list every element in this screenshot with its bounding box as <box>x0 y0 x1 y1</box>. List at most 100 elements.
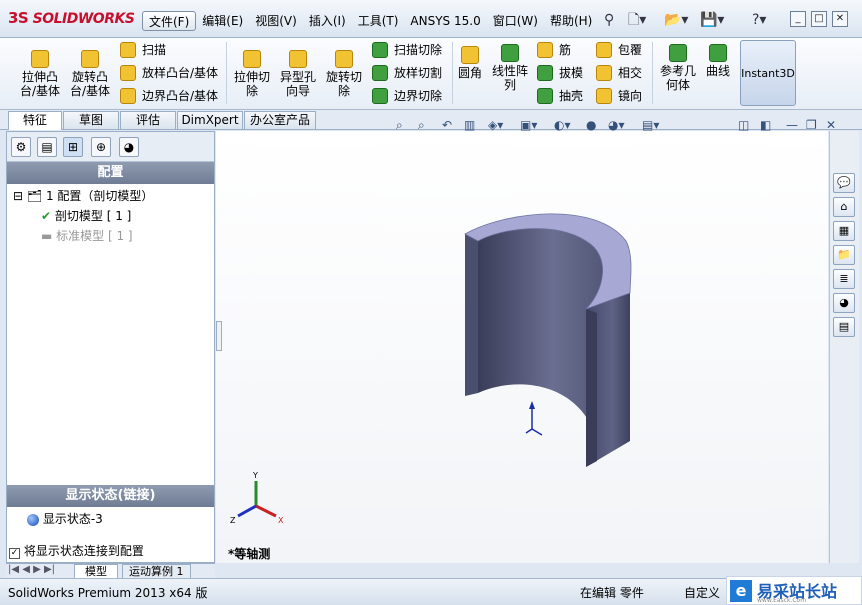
config-icon: 🗂 <box>26 189 43 203</box>
zoom-area-icon[interactable]: ⌕ <box>418 118 425 134</box>
wrap-button[interactable]: 包覆 <box>596 42 642 58</box>
tab-office-products[interactable]: 办公室产品 <box>244 111 316 129</box>
dimxpert-manager-icon[interactable]: ⊕ <box>91 137 111 157</box>
loft-button[interactable]: 放样凸台/基体 <box>120 65 218 81</box>
display-style-icon[interactable]: ◐▾ <box>554 118 571 134</box>
rib-button[interactable]: 筋 <box>537 42 571 58</box>
home-icon[interactable]: ⌂ <box>833 197 855 217</box>
configuration-manager-icon[interactable]: ⊞ <box>63 137 83 157</box>
mirror-button[interactable]: 镜向 <box>596 88 642 104</box>
fillet-icon <box>461 46 479 64</box>
instant3d-button[interactable]: Instant3D <box>740 40 796 106</box>
boundary-cut-button[interactable]: 边界切除 <box>372 88 442 104</box>
menu-tools[interactable]: 工具(T) <box>352 11 405 31</box>
appearances-icon[interactable]: ◕ <box>833 293 855 313</box>
menu-edit[interactable]: 编辑(E) <box>196 11 249 31</box>
config-root-item[interactable]: ⊟ 🗂 1 配置（剖切模型） <box>13 187 153 204</box>
menu-file[interactable]: 文件(F) <box>142 11 197 31</box>
vp-minimize-icon[interactable]: — <box>786 118 798 134</box>
previous-view-icon[interactable]: ↶ <box>442 118 452 134</box>
view-palette-icon[interactable]: ≣ <box>833 269 855 289</box>
watermark-icon: e <box>730 580 752 602</box>
display-manager-icon[interactable]: ◕ <box>119 137 139 157</box>
origin-z-axis <box>525 428 533 434</box>
boundary-boss-icon <box>120 88 136 104</box>
section-view-icon[interactable]: ▥ <box>464 118 475 134</box>
origin-x-axis <box>531 428 543 436</box>
boundary-boss-button[interactable]: 边界凸台/基体 <box>120 88 218 104</box>
property-manager-icon[interactable]: ▤ <box>37 137 57 157</box>
menu-ansys[interactable]: ANSYS 15.0 <box>404 11 486 31</box>
config-item-standard[interactable]: ▬ 标准模型 [ 1 ] <box>41 227 133 244</box>
link-display-state-checkbox[interactable]: ✓ 将显示状态连接到配置 <box>9 542 144 559</box>
curves-button[interactable]: 曲线 <box>706 44 730 78</box>
mirror-icon <box>596 88 612 104</box>
minimize-button[interactable]: _ <box>790 11 806 27</box>
boundary-cut-icon <box>372 88 388 104</box>
design-library-icon[interactable]: ▦ <box>833 221 855 241</box>
revolve-cut-button[interactable]: 旋转切 除 <box>326 50 362 98</box>
help-icon[interactable]: ?▾ <box>752 10 766 32</box>
appearance-icon[interactable]: ● <box>586 118 596 134</box>
checkmark-icon: ✔ <box>41 209 52 223</box>
tab-scroll-icon[interactable]: |◀ ◀ ▶ ▶| <box>8 564 55 575</box>
status-units[interactable]: 自定义 <box>684 584 720 601</box>
resources-icon[interactable]: 💬 <box>833 173 855 193</box>
vp-restore-icon[interactable]: ❐ <box>806 118 817 134</box>
linear-pattern-button[interactable]: 线性阵 列 <box>492 44 528 92</box>
watermark-logo: e 易采站长站 www.Easck.Com <box>726 576 862 605</box>
tab-motion-study[interactable]: 运动算例 1 <box>122 564 191 579</box>
extrude-cut-icon <box>243 50 261 68</box>
menu-help[interactable]: 帮助(H) <box>544 11 598 31</box>
extrude-cut-button[interactable]: 拉伸切 除 <box>234 50 270 98</box>
view-settings-icon[interactable]: ▤▾ <box>642 118 659 134</box>
restore-button[interactable]: □ <box>811 11 827 27</box>
dynamic-annotation-icon[interactable]: ◈▾ <box>488 118 503 134</box>
tab-features[interactable]: 特征 <box>8 111 62 130</box>
tab-evaluate[interactable]: 评估 <box>120 111 176 129</box>
sweep-icon <box>120 42 136 58</box>
split-view2-icon[interactable]: ◧ <box>760 118 771 134</box>
loft-icon <box>120 65 136 81</box>
scene-icon[interactable]: ◕▾ <box>608 118 625 134</box>
intersect-button[interactable]: 相交 <box>596 65 642 81</box>
loft-cut-button[interactable]: 放样切割 <box>372 65 442 81</box>
tab-sketch[interactable]: 草图 <box>63 111 119 129</box>
new-icon[interactable]: 🗋▾ <box>628 10 646 32</box>
view-orientation-icon[interactable]: ▣▾ <box>520 118 537 134</box>
menu-view[interactable]: 视图(V) <box>249 11 303 31</box>
sweep-cut-button[interactable]: 扫描切除 <box>372 42 442 58</box>
reference-geometry-button[interactable]: 参考几 何体 <box>660 44 696 92</box>
draft-button[interactable]: 拔模 <box>537 65 583 81</box>
file-explorer-icon[interactable]: 📁 <box>833 245 855 265</box>
graphics-area[interactable]: Y X Z *等轴测 <box>216 131 828 563</box>
extrude-boss-icon <box>31 50 50 68</box>
part-right-edge <box>586 309 597 467</box>
sweep-button[interactable]: 扫描 <box>120 42 166 58</box>
open-icon[interactable]: 📂▾ <box>664 10 688 32</box>
revolve-boss-icon <box>81 50 100 68</box>
shell-button[interactable]: 抽壳 <box>537 88 583 104</box>
display-state-item[interactable]: 显示状态-3 <box>27 510 103 527</box>
custom-properties-icon[interactable]: ▤ <box>833 317 855 337</box>
fillet-button[interactable]: 圆角 <box>458 46 482 80</box>
view-orientation-label: *等轴测 <box>228 547 271 561</box>
menu-insert[interactable]: 插入(I) <box>303 11 352 31</box>
pin-icon[interactable]: ⚲ <box>604 10 614 32</box>
extrude-boss-button[interactable]: 拉伸凸 台/基体 <box>20 50 60 98</box>
part-left-face <box>465 234 478 396</box>
tab-dimxpert[interactable]: DimXpert <box>177 111 243 129</box>
ribbon-divider <box>226 42 227 104</box>
menu-window[interactable]: 窗口(W) <box>487 11 544 31</box>
zoom-to-fit-icon[interactable]: ⌕ <box>396 118 403 134</box>
split-view-icon[interactable]: ◫ <box>738 118 749 134</box>
reference-geometry-icon <box>669 44 687 62</box>
revolve-boss-button[interactable]: 旋转凸 台/基体 <box>70 50 110 98</box>
status-product: SolidWorks Premium 2013 x64 版 <box>8 586 208 600</box>
feature-manager-icon[interactable]: ⚙ <box>11 137 31 157</box>
close-button[interactable]: ✕ <box>832 11 848 27</box>
config-item-section[interactable]: ✔ 剖切模型 [ 1 ] <box>41 207 131 224</box>
save-icon[interactable]: 💾▾ <box>700 10 724 32</box>
tab-model[interactable]: 模型 <box>74 564 118 579</box>
hole-wizard-button[interactable]: 异型孔 向导 <box>280 50 316 98</box>
